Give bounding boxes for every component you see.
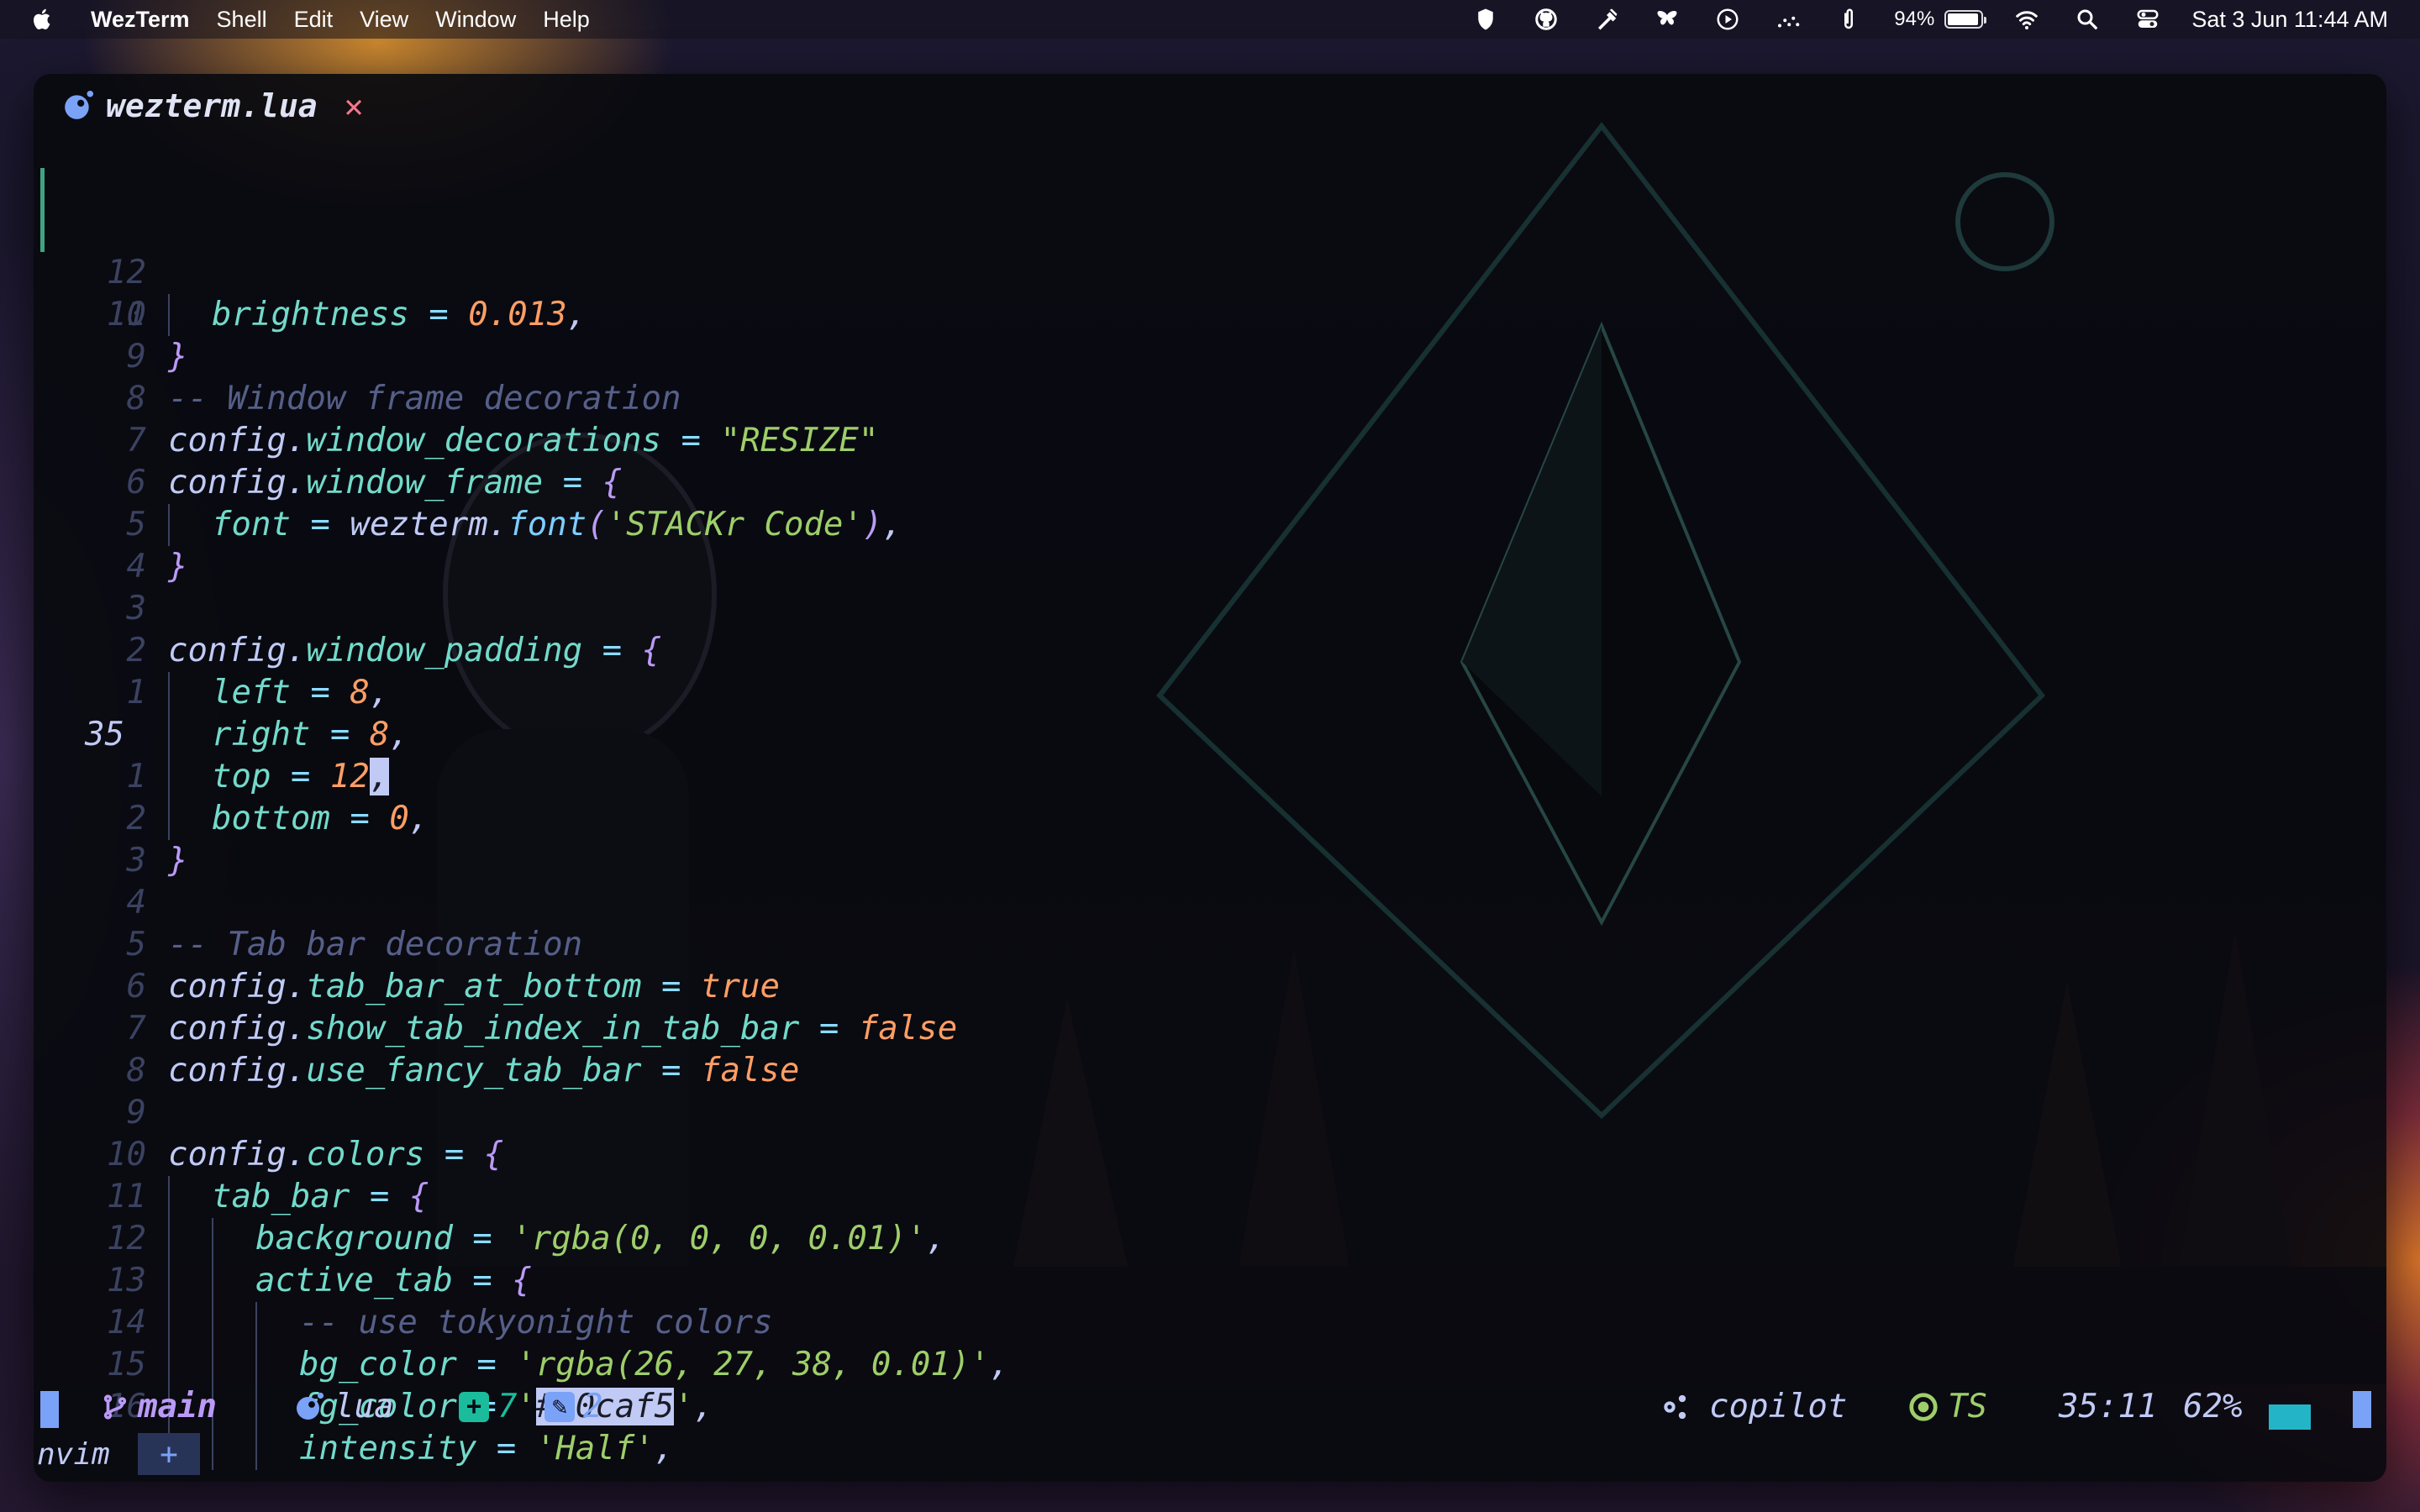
diff-modified: ✎ 2 — [544, 1383, 602, 1431]
menu-window[interactable]: Window — [435, 7, 516, 33]
treesitter-status: TS — [1907, 1383, 1987, 1431]
paperclip-icon[interactable] — [1832, 5, 1865, 34]
battery-percent: 94% — [1894, 8, 1935, 30]
diff-modified-count: 2 — [583, 1388, 603, 1425]
code-line: 12 active_tab = { — [34, 1176, 2386, 1302]
code-line: 4 — [34, 504, 2386, 585]
git-branch-icon — [103, 1394, 127, 1420]
menu-shell[interactable]: Shell — [217, 7, 267, 33]
code-line-current: 35 top = 12, — [34, 672, 2386, 798]
dots-icon[interactable] — [1771, 5, 1805, 34]
scroll-progress-bar — [2269, 1404, 2311, 1430]
new-tab-button[interactable]: + — [138, 1433, 200, 1475]
status-end-block — [2353, 1391, 2371, 1428]
code-line: 1 right = 8, — [34, 630, 2386, 756]
wifi-icon[interactable] — [2010, 5, 2044, 34]
code-line: 2 } — [34, 756, 2386, 879]
terminal-window: wezterm.lua ✕ 12 brightness = 0.013, 11 … — [34, 74, 2386, 1482]
code-line: 3 — [34, 798, 2386, 879]
git-branch[interactable]: main — [101, 1383, 217, 1431]
menu-bar: WezTerm Shell Edit View Window Help 94% — [0, 0, 2420, 39]
close-icon[interactable]: ✕ — [345, 87, 364, 124]
diff-added-count: 7 — [497, 1388, 518, 1425]
terminal-tab-title[interactable]: nvim — [37, 1433, 110, 1477]
code-line: 10 tab_bar = { — [34, 1092, 2386, 1218]
tools-icon[interactable] — [1590, 5, 1623, 34]
code-line: 1 bottom = 0, — [34, 714, 2386, 840]
code-line: 6 config.show_tab_index_in_tab_bar = fal… — [34, 924, 2386, 1047]
diff-added: + 7 — [459, 1383, 517, 1431]
tab-title[interactable]: wezterm.lua — [106, 87, 318, 124]
control-center-icon[interactable] — [2131, 5, 2165, 34]
code-line: 2 left = 8, — [34, 588, 2386, 714]
github-icon[interactable] — [1529, 5, 1563, 34]
search-icon[interactable] — [2070, 5, 2104, 34]
code-editor[interactable]: 12 brightness = 0.013, 11 } 10 9 -- Wind… — [34, 168, 2386, 1470]
shield-icon[interactable] — [1469, 5, 1502, 34]
menu-help[interactable]: Help — [543, 7, 590, 33]
status-line: main lua + 7 ✎ 2 copilot TS 35:11 62% — [34, 1383, 2386, 1431]
mode-indicator — [40, 1391, 59, 1428]
lua-icon — [65, 90, 94, 119]
treesitter-label: TS — [1948, 1388, 1987, 1425]
code-line: 13 -- use tokyonight colors — [34, 1218, 2386, 1344]
code-line: 11 background = 'rgba(0, 0, 0, 0.01)', — [34, 1134, 2386, 1260]
battery-icon[interactable] — [1944, 10, 1987, 29]
apple-icon[interactable] — [30, 0, 62, 39]
code-line: 7 config.window_frame = { — [34, 378, 2386, 501]
target-icon — [1909, 1393, 1938, 1421]
code-line: 8 config.window_decorations = "RESIZE" — [34, 336, 2386, 459]
git-added-marker — [40, 210, 45, 252]
menu-extras: 94% Sat 3 Jun 11:44 AM — [1442, 0, 2388, 39]
filetype-name: lua — [334, 1388, 394, 1425]
gear-icon — [1664, 1394, 1686, 1420]
play-icon[interactable] — [1711, 5, 1744, 34]
butterfly-icon[interactable] — [1650, 5, 1684, 34]
copilot-status[interactable]: copilot — [1657, 1383, 1847, 1431]
git-branch-name: main — [138, 1388, 217, 1425]
code-line: 11 } — [34, 210, 2386, 375]
code-line: 16 intensity = 'Half', — [34, 1344, 2386, 1470]
code-line: 9 -- Window frame decoration — [34, 294, 2386, 417]
battery-fill — [1948, 13, 1979, 25]
command-line[interactable]: nvim + — [34, 1433, 2386, 1477]
filetype: lua — [294, 1383, 393, 1431]
code-line: 5 } — [34, 462, 2386, 585]
code-line: 5 config.tab_bar_at_bottom = true — [34, 882, 2386, 1005]
menu-app-name[interactable]: WezTerm — [91, 7, 190, 33]
code-line: 10 — [34, 252, 2386, 333]
menu-edit[interactable]: Edit — [294, 7, 334, 33]
code-line: 12 brightness = 0.013, — [34, 168, 2386, 336]
code-line: 6 font = wezterm.font('STACKr Code'), — [34, 420, 2386, 546]
pencil-square-icon: ✎ — [544, 1392, 575, 1422]
menu-view[interactable]: View — [360, 7, 408, 33]
cursor-position: 35:11 — [2059, 1388, 2158, 1425]
git-added-marker — [40, 168, 45, 210]
tab-bar: wezterm.lua ✕ — [34, 74, 2386, 138]
code-line: 4 -- Tab bar decoration — [34, 840, 2386, 963]
lua-icon — [297, 1392, 324, 1420]
code-line: 9 config.colors = { — [34, 1050, 2386, 1173]
plus-square-icon: + — [459, 1392, 489, 1422]
code-line: 14 bg_color = 'rgba(26, 27, 38, 0.01)', — [34, 1260, 2386, 1386]
code-line: 7 config.use_fancy_tab_bar = false — [34, 966, 2386, 1089]
code-line: 15 fg_color = '#c0caf5', — [34, 1302, 2386, 1428]
code-line: 8 — [34, 1008, 2386, 1089]
code-line: 3 config.window_padding = { — [34, 546, 2386, 669]
copilot-label: copilot — [1709, 1388, 1848, 1425]
menu-clock[interactable]: Sat 3 Jun 11:44 AM — [2191, 7, 2388, 33]
scroll-percent: 62% — [2183, 1388, 2243, 1425]
